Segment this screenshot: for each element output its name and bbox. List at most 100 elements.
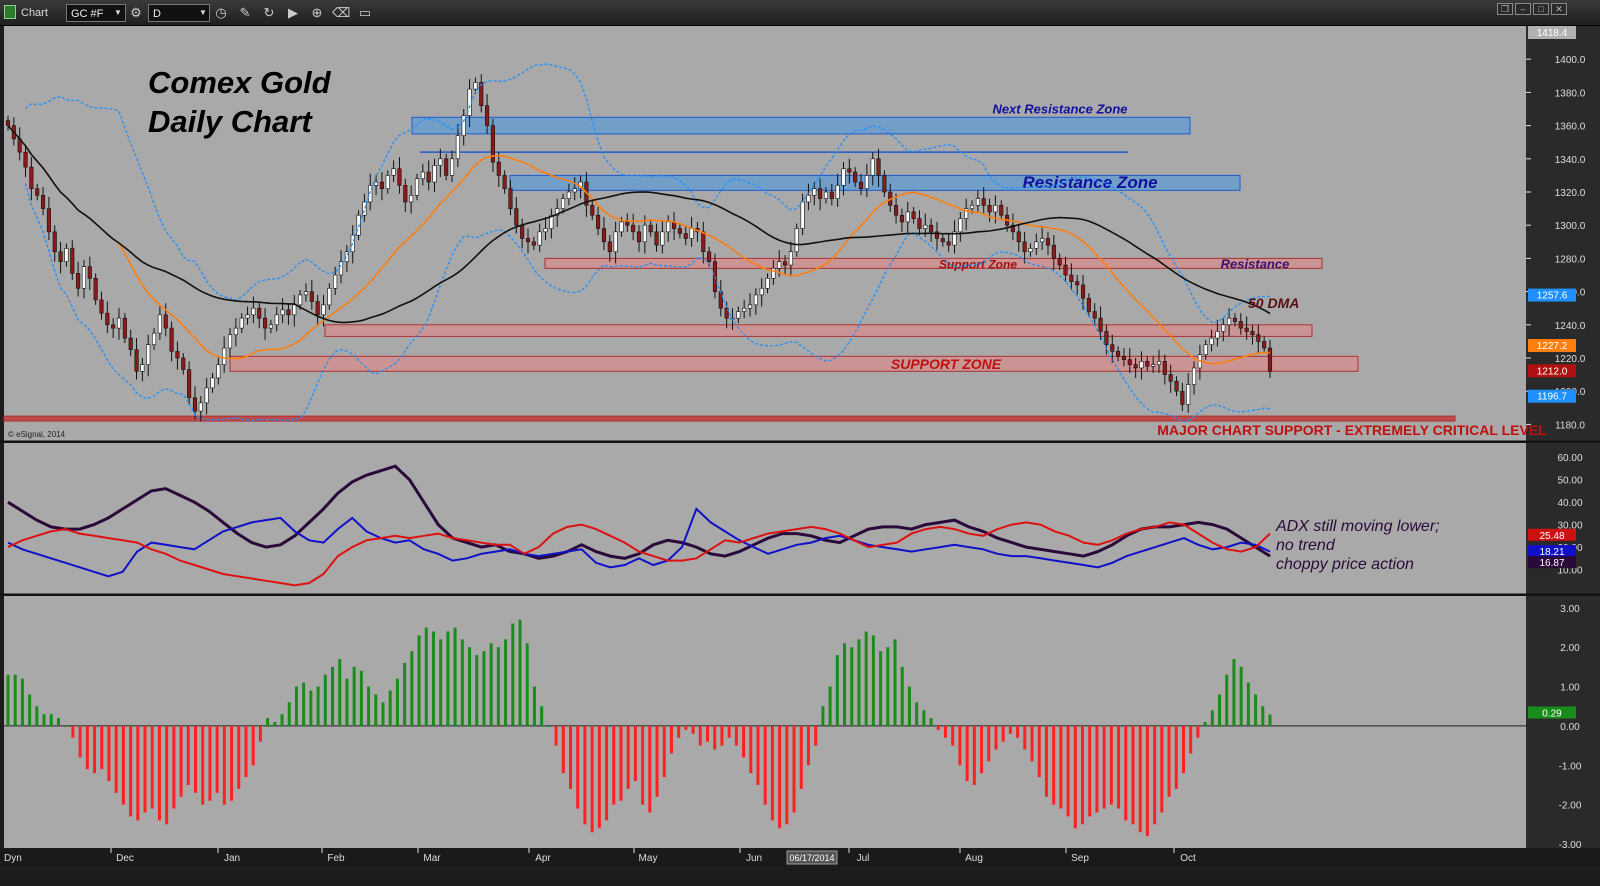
candle-up: [333, 274, 338, 289]
candle-down: [636, 231, 642, 243]
zone-label: SUPPORT ZONE: [891, 356, 1002, 372]
candle-up: [81, 266, 87, 289]
candle-down: [257, 307, 262, 319]
clock-icon[interactable]: ◷: [212, 4, 230, 22]
candle-up: [812, 188, 817, 196]
histogram-bar-negative: [633, 725, 637, 782]
zone-support: [324, 324, 1313, 337]
histogram-bar-positive: [1268, 714, 1272, 726]
candle-up: [613, 231, 618, 253]
candle-up: [736, 311, 741, 319]
histogram-bar-negative: [114, 725, 118, 793]
candle-up: [1221, 324, 1226, 332]
interval-dropdown-icon[interactable]: ▼: [199, 4, 207, 22]
histogram-bar-positive: [893, 639, 897, 726]
candle-down: [46, 208, 51, 233]
zoom-icon[interactable]: ⊕: [308, 4, 326, 22]
macd-tick-label: -1.00: [1559, 761, 1582, 772]
candle-down: [1098, 317, 1103, 332]
histogram-bar-negative: [677, 725, 681, 738]
month-tick-label: Mar: [423, 853, 441, 864]
month-tick-label: Apr: [535, 853, 551, 864]
zone-label: Resistance Zone: [1022, 173, 1157, 192]
histogram-bar-negative: [100, 725, 104, 770]
histogram-bar-negative: [1030, 725, 1034, 762]
histogram-bar-positive: [929, 718, 933, 726]
candle-down: [718, 291, 723, 309]
histogram-bar-positive: [323, 674, 327, 726]
candle-down: [1022, 241, 1027, 253]
histogram-bar-negative: [1145, 725, 1149, 837]
price-tick-label: 1300.0: [1555, 221, 1586, 232]
histogram-bar-negative: [1008, 725, 1012, 734]
histogram-bar-negative: [136, 725, 140, 821]
histogram-bar-positive: [287, 702, 291, 726]
candle-down: [607, 241, 612, 253]
eraser-icon[interactable]: ⌫: [332, 4, 350, 22]
chart-area[interactable]: Next Resistance ZoneResistance ZoneSuppo…: [0, 26, 1600, 866]
candle-down: [677, 228, 682, 234]
histogram-bar-positive: [922, 710, 926, 726]
candle-down: [485, 105, 490, 126]
candle-down: [1069, 274, 1074, 282]
macd-tick-label: -2.00: [1559, 801, 1582, 812]
candle-up: [414, 178, 420, 196]
candle-down: [1116, 351, 1121, 357]
histogram-bar-positive: [886, 647, 890, 726]
histogram-bar-positive: [49, 714, 53, 726]
candle-down: [5, 120, 11, 126]
histogram-bar-positive: [857, 639, 861, 726]
histogram-bar-positive: [20, 678, 24, 726]
candle-down: [426, 171, 431, 183]
histogram-bar-negative: [749, 725, 753, 774]
histogram-bar-negative: [93, 725, 97, 774]
candle-up: [560, 198, 566, 209]
candle-down: [1162, 361, 1167, 375]
histogram-bar-negative: [734, 725, 738, 746]
candle-up: [64, 248, 69, 263]
candle-up: [1209, 337, 1214, 346]
candle-up: [140, 364, 145, 372]
candle-down: [1133, 364, 1138, 369]
maximize-button[interactable]: □: [1533, 3, 1549, 15]
histogram-bar-positive: [1232, 659, 1236, 726]
adx-note-line-3: choppy price action: [1276, 556, 1414, 573]
candle-down: [263, 317, 268, 329]
candle-down: [911, 211, 916, 219]
histogram-bar-positive: [424, 627, 428, 726]
histogram-bar-positive: [13, 674, 17, 726]
histogram-bar-positive: [532, 686, 536, 726]
symbol-dropdown-icon[interactable]: ▼: [114, 4, 122, 22]
candle-down: [1244, 327, 1249, 332]
candle-up: [1028, 248, 1033, 253]
dyn-label[interactable]: Dyn: [4, 853, 22, 864]
histogram-bar-positive: [453, 627, 457, 726]
candle-up: [227, 334, 233, 349]
histogram-bar-positive: [388, 690, 392, 726]
pencil-icon[interactable]: ✎: [236, 4, 254, 22]
histogram-bar-positive: [395, 678, 399, 726]
adx-tag-label: 16.87: [1539, 558, 1564, 569]
candle-up: [1156, 361, 1162, 365]
adx-tag-label: 25.48: [1539, 531, 1564, 542]
histogram-bar-negative: [244, 725, 248, 778]
play-icon[interactable]: ▶: [284, 4, 302, 22]
close-button[interactable]: ✕: [1551, 3, 1567, 15]
candle-down: [1121, 356, 1126, 360]
minimize-button[interactable]: –: [1515, 3, 1531, 15]
candle-up: [975, 198, 980, 206]
histogram-bar-positive: [64, 725, 68, 727]
chart-logo-icon: [4, 5, 16, 19]
histogram-bar-positive: [266, 718, 270, 726]
message-icon[interactable]: ▭: [356, 4, 374, 22]
histogram-bar-negative: [1088, 725, 1092, 817]
histogram-bar-positive: [504, 639, 508, 726]
restore-window-button[interactable]: ❐: [1497, 3, 1513, 15]
settings-icon[interactable]: ⚙: [127, 4, 145, 22]
candle-down: [309, 291, 314, 302]
refresh-icon[interactable]: ↻: [260, 4, 278, 22]
candle-up: [303, 291, 309, 296]
histogram-bar-negative: [597, 725, 601, 829]
histogram-bar-negative: [756, 725, 760, 785]
histogram-bar-negative: [814, 725, 818, 746]
